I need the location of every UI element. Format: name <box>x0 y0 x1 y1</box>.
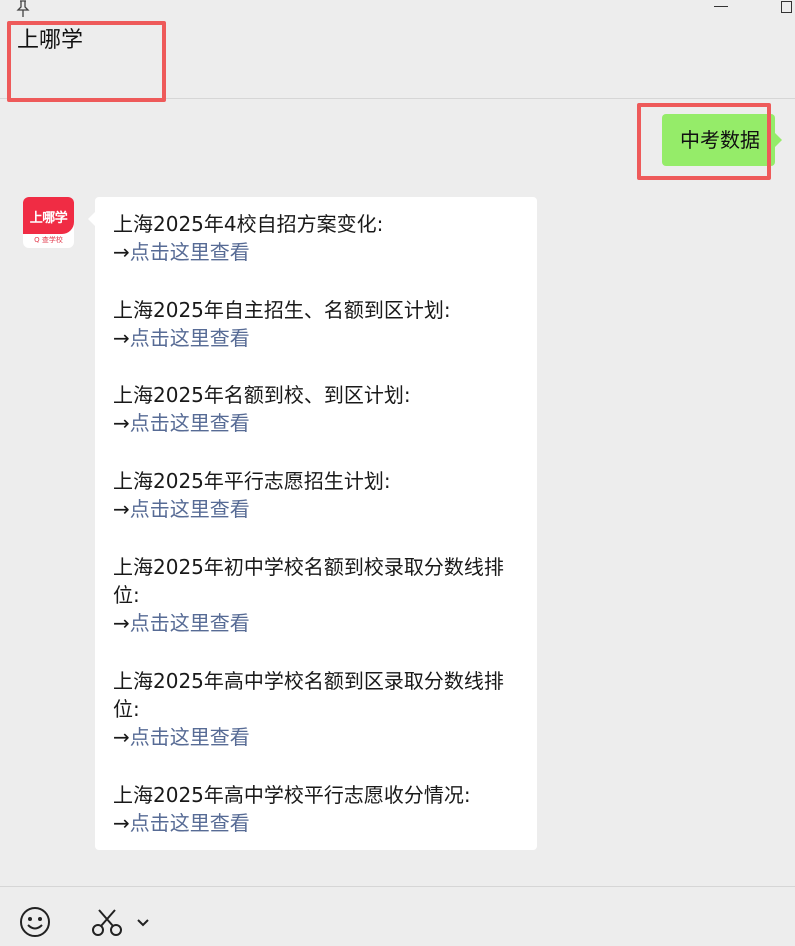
minimize-icon[interactable] <box>714 6 728 7</box>
arrow-icon: → <box>113 326 130 350</box>
view-link[interactable]: 点击这里查看 <box>130 326 250 350</box>
highlight-box-title <box>7 21 166 102</box>
arrow-icon: → <box>113 411 130 435</box>
reply-entry-1: 上海2025年4校自招方案变化: →点击这里查看 <box>113 210 523 266</box>
emoji-icon[interactable] <box>19 906 51 938</box>
entry-link-row: →点击这里查看 <box>113 238 523 266</box>
reply-message-bubble <box>95 197 537 850</box>
entry-link-row: →点击这里查看 <box>113 609 523 637</box>
chevron-down-icon[interactable] <box>134 913 152 931</box>
highlight-box-sent-message <box>637 103 771 180</box>
view-link[interactable]: 点击这里查看 <box>130 240 250 264</box>
entry-text: 上海2025年初中学校名额到校录取分数线排 <box>113 555 504 579</box>
entry-link-row: →点击这里查看 <box>113 723 523 751</box>
view-link[interactable]: 点击这里查看 <box>130 411 250 435</box>
reply-entry-7: 上海2025年高中学校平行志愿收分情况: →点击这里查看 <box>113 781 523 837</box>
maximize-icon[interactable] <box>781 1 792 13</box>
entry-text: 上海2025年高中学校名额到区录取分数线排 <box>113 669 504 693</box>
avatar-sublabel: Q 查学校 <box>34 236 63 244</box>
avatar-label: 上哪学 <box>29 211 68 226</box>
view-link[interactable]: 点击这里查看 <box>130 811 250 835</box>
reply-entry-6: 上海2025年高中学校名额到区录取分数线排 位: →点击这里查看 <box>113 667 523 751</box>
view-link[interactable]: 点击这里查看 <box>130 725 250 749</box>
arrow-icon: → <box>113 240 130 264</box>
pin-icon[interactable] <box>14 0 32 18</box>
reply-entry-3: 上海2025年名额到校、到区计划: →点击这里查看 <box>113 381 523 437</box>
entry-text-continued: 位: <box>113 697 140 721</box>
reply-entry-5: 上海2025年初中学校名额到校录取分数线排 位: →点击这里查看 <box>113 553 523 637</box>
arrow-icon: → <box>113 811 130 835</box>
arrow-icon: → <box>113 611 130 635</box>
reply-message-tail <box>88 212 95 226</box>
entry-link-row: →点击这里查看 <box>113 409 523 437</box>
sent-message-tail <box>775 133 782 147</box>
entry-text: 上海2025年平行志愿招生计划: <box>113 469 391 493</box>
arrow-icon: → <box>113 725 130 749</box>
view-link[interactable]: 点击这里查看 <box>130 497 250 521</box>
entry-link-row: →点击这里查看 <box>113 324 523 352</box>
entry-link-row: →点击这里查看 <box>113 495 523 523</box>
entry-text: 上海2025年高中学校平行志愿收分情况: <box>113 783 471 807</box>
entry-link-row: →点击这里查看 <box>113 809 523 837</box>
entry-text: 上海2025年4校自招方案变化: <box>113 212 384 236</box>
scissors-icon[interactable] <box>90 906 124 938</box>
window-titlebar <box>0 0 795 20</box>
entry-text: 上海2025年自主招生、名额到区计划: <box>113 298 451 322</box>
avatar[interactable]: 上哪学 Q 查学校 <box>23 197 74 248</box>
entry-text-continued: 位: <box>113 583 140 607</box>
entry-text: 上海2025年名额到校、到区计划: <box>113 383 411 407</box>
arrow-icon: → <box>113 497 130 521</box>
view-link[interactable]: 点击这里查看 <box>130 611 250 635</box>
reply-entry-4: 上海2025年平行志愿招生计划: →点击这里查看 <box>113 467 523 523</box>
reply-entry-2: 上海2025年自主招生、名额到区计划: →点击这里查看 <box>113 296 523 352</box>
